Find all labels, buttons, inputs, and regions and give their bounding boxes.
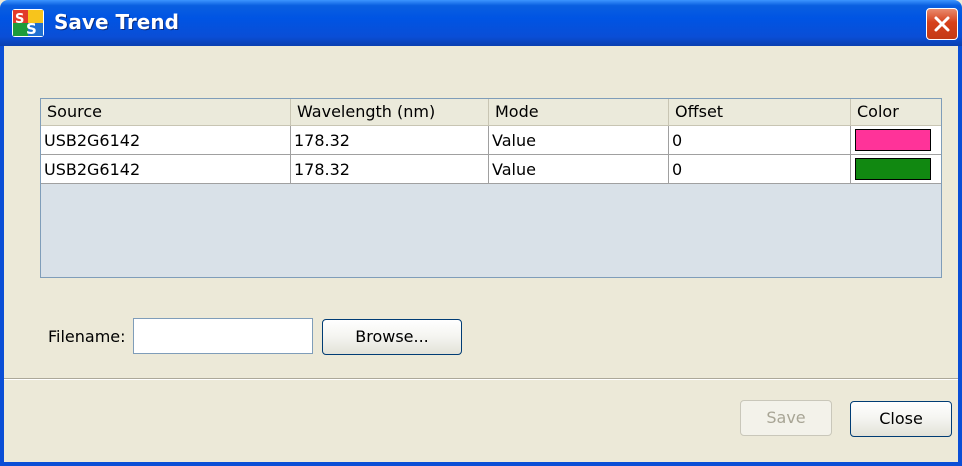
table-row[interactable]: USB2G6142 178.32 Value 0 [41,126,941,155]
filename-input[interactable] [133,318,313,354]
window-frame-left [0,46,4,466]
window-frame-bottom [0,462,962,466]
svg-text:S: S [26,20,37,37]
browse-button[interactable]: Browse... [322,319,462,355]
close-button[interactable]: Close [850,401,952,437]
cell-offset[interactable]: 0 [669,126,851,155]
cell-source[interactable]: USB2G6142 [41,126,291,155]
window-frame-right [958,46,962,466]
window-title: Save Trend [54,10,179,34]
column-header-color[interactable]: Color [851,99,941,125]
app-icon: S S [12,9,44,37]
filename-label: Filename: [48,327,126,346]
table-row[interactable]: USB2G6142 178.32 Value 0 [41,155,941,184]
cell-offset[interactable]: 0 [669,155,851,184]
column-header-mode[interactable]: Mode [489,99,669,125]
separator [4,378,958,380]
column-header-offset[interactable]: Offset [669,99,851,125]
window-close-button[interactable] [926,8,958,40]
svg-text:S: S [15,12,24,27]
cell-color[interactable] [851,126,941,155]
cell-mode[interactable]: Value [489,126,669,155]
save-button[interactable]: Save [740,400,832,436]
column-header-wavelength[interactable]: Wavelength (nm) [291,99,489,125]
title-bar: S S Save Trend [0,0,962,46]
cell-source[interactable]: USB2G6142 [41,155,291,184]
color-swatch[interactable] [855,158,931,180]
cell-wavelength[interactable]: 178.32 [291,155,489,184]
cell-color[interactable] [851,155,941,184]
cell-wavelength[interactable]: 178.32 [291,126,489,155]
cell-mode[interactable]: Value [489,155,669,184]
close-icon [934,16,950,32]
trend-table[interactable]: Source Wavelength (nm) Mode Offset Color… [40,98,942,278]
table-header: Source Wavelength (nm) Mode Offset Color [41,99,941,126]
column-header-source[interactable]: Source [41,99,291,125]
color-swatch[interactable] [855,129,931,151]
